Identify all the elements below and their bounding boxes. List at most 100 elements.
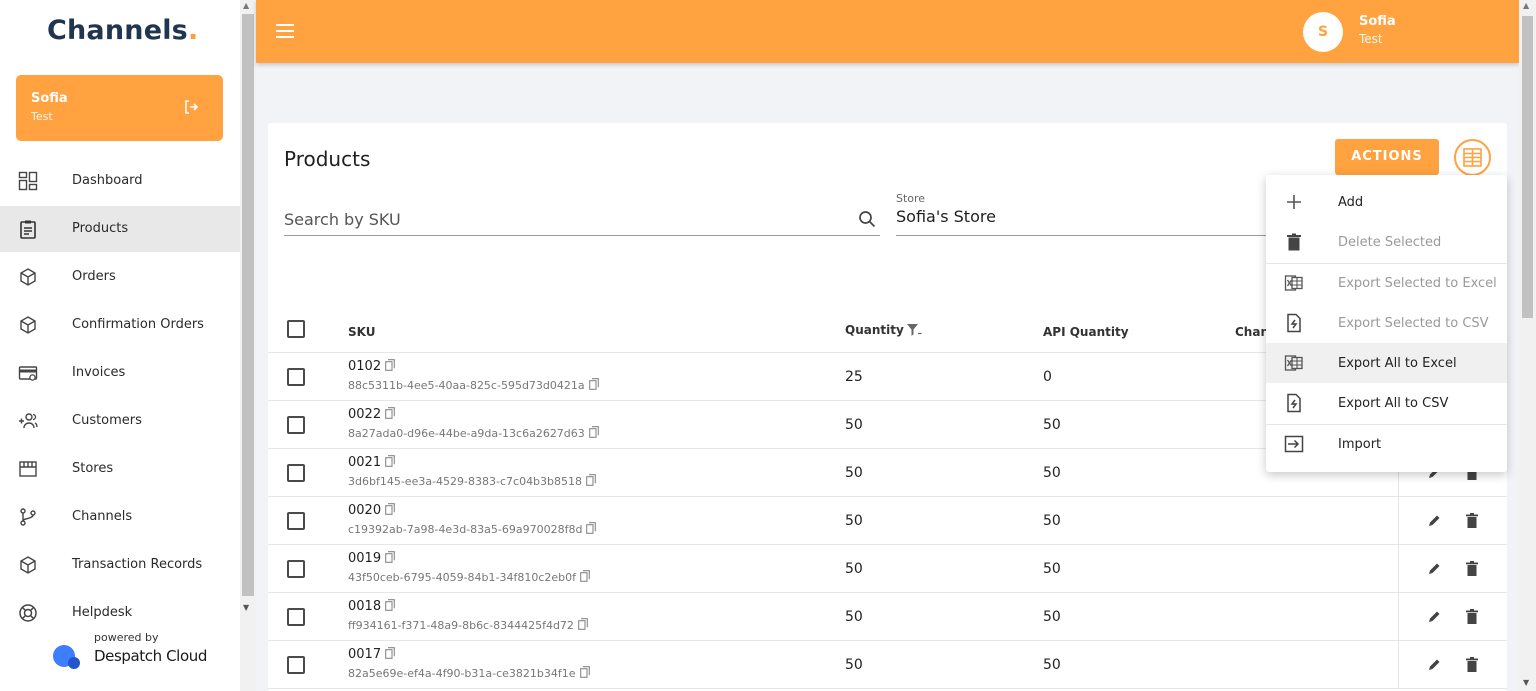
copy-icon[interactable] <box>385 551 395 563</box>
row-quantity: 50 <box>845 465 863 481</box>
scroll-down-arrow-icon[interactable]: ▼ <box>243 603 249 612</box>
copy-icon[interactable] <box>580 570 590 582</box>
sidebar-item-products[interactable]: Products <box>0 206 240 252</box>
row-sku: 0022 <box>348 407 395 422</box>
header-quantity[interactable]: Quantity <box>845 323 904 337</box>
delete-icon[interactable] <box>1464 512 1480 529</box>
row-sku: 0021 <box>348 455 395 470</box>
header-api-quantity[interactable]: API Quantity <box>1043 325 1129 339</box>
copy-icon[interactable] <box>385 455 395 467</box>
row-uuid-text: 88c5311b-4ee5-40aa-825c-595d73d0421a <box>348 379 585 392</box>
sidebar-item-channels[interactable]: Channels <box>0 494 240 540</box>
user-card[interactable]: Sofia Test <box>16 75 223 141</box>
copy-icon[interactable] <box>385 407 395 419</box>
edit-icon[interactable] <box>1426 513 1442 529</box>
row-api-quantity: 50 <box>1043 657 1061 673</box>
edit-icon[interactable] <box>1426 609 1442 625</box>
top-bar: S Sofia Test <box>256 0 1519 63</box>
row-sku-text: 0020 <box>348 503 382 518</box>
search-sku-field[interactable]: Search by SKU <box>284 196 880 236</box>
sidebar-item-stores[interactable]: Stores <box>0 446 240 492</box>
table-row[interactable]: 0017 82a5e69e-ef4a-4f90-b31a-ce3821b34f1e… <box>268 641 1507 689</box>
menu-item-delete-selected[interactable]: Delete Selected <box>1266 222 1507 262</box>
page-scrollbar[interactable]: ▲ ▼ <box>1519 0 1536 691</box>
row-uuid: 88c5311b-4ee5-40aa-825c-595d73d0421a <box>348 378 599 392</box>
sidebar-item-orders[interactable]: Orders <box>0 254 240 300</box>
menu-item-export-selected-csv[interactable]: Export Selected to CSV <box>1266 303 1507 343</box>
search-icon[interactable] <box>858 210 876 228</box>
sidebar-item-customers[interactable]: Customers <box>0 398 240 444</box>
row-checkbox[interactable] <box>287 560 305 578</box>
header-sku[interactable]: SKU <box>348 325 375 339</box>
actions-menu: Add Delete Selected Export Selected to E… <box>1266 175 1507 472</box>
page-scroll-thumb[interactable] <box>1522 16 1533 318</box>
powered-by-label: powered by <box>94 631 159 644</box>
menu-item-label: Export Selected to CSV <box>1338 316 1489 331</box>
delete-icon[interactable] <box>1464 560 1480 577</box>
copy-icon[interactable] <box>385 599 395 611</box>
row-checkbox[interactable] <box>287 368 305 386</box>
menu-item-export-all-csv[interactable]: Export All to CSV <box>1266 383 1507 423</box>
copy-icon[interactable] <box>586 474 596 486</box>
edit-icon[interactable] <box>1426 657 1442 673</box>
row-sku: 0102 <box>348 359 395 374</box>
search-input[interactable]: Search by SKU <box>284 210 401 229</box>
sidebar-item-invoices[interactable]: Invoices <box>0 350 240 396</box>
scroll-up-arrow-icon[interactable]: ▲ <box>243 1 249 10</box>
copy-icon[interactable] <box>385 647 395 659</box>
sidebar-scrollbar[interactable]: ▲ ▼ <box>240 0 256 691</box>
copy-icon[interactable] <box>385 503 395 515</box>
row-divider <box>1398 593 1399 641</box>
copy-icon[interactable] <box>588 378 599 390</box>
hamburger-menu-icon[interactable] <box>275 22 295 40</box>
scroll-down-arrow-icon[interactable]: ▼ <box>1523 678 1529 687</box>
table-row[interactable]: 0018 ff934161-f371-48a9-8b6c-8344425f4d72… <box>268 593 1507 641</box>
scroll-up-arrow-icon[interactable]: ▲ <box>1523 1 1529 10</box>
row-checkbox[interactable] <box>287 656 305 674</box>
table-row[interactable]: 0020 c19392ab-7a98-4e3d-83a5-69a970028f8d… <box>268 497 1507 545</box>
sidebar-item-dashboard[interactable]: Dashboard <box>0 158 240 204</box>
avatar[interactable]: S <box>1303 12 1343 52</box>
row-api-quantity: 50 <box>1043 513 1061 529</box>
row-sku: 0017 <box>348 647 395 662</box>
row-checkbox[interactable] <box>287 512 305 530</box>
sidebar-scroll-thumb[interactable] <box>242 14 254 596</box>
sidebar-item-label: Confirmation Orders <box>72 317 204 332</box>
store-icon <box>19 461 37 477</box>
sidebar-item-transaction-records[interactable]: Transaction Records <box>0 542 240 588</box>
copy-icon[interactable] <box>385 359 395 371</box>
copy-icon[interactable] <box>588 426 599 438</box>
copy-icon[interactable] <box>579 666 590 678</box>
header-channels[interactable]: Chan <box>1235 325 1269 339</box>
filter-sort-icon[interactable] <box>906 322 922 338</box>
import-icon <box>1284 435 1304 453</box>
menu-item-export-selected-excel[interactable]: Export Selected to Excel <box>1266 263 1507 303</box>
edit-icon[interactable] <box>1426 561 1442 577</box>
user-card-name: Sofia <box>31 91 68 106</box>
row-checkbox[interactable] <box>287 416 305 434</box>
table-row[interactable]: 0019 43f50ceb-6795-4059-84b1-34f810c2eb0f… <box>268 545 1507 593</box>
card-icon <box>18 366 38 381</box>
row-sku: 0019 <box>348 551 395 566</box>
menu-item-import[interactable]: Import <box>1266 424 1507 464</box>
despatch-cloud-logo <box>53 645 80 669</box>
menu-item-add[interactable]: Add <box>1266 182 1507 222</box>
store-value[interactable]: Sofia's Store <box>896 207 996 226</box>
copy-icon[interactable] <box>586 522 597 534</box>
sidebar-item-confirmation-orders[interactable]: Confirmation Orders <box>0 302 240 348</box>
logout-icon[interactable] <box>183 99 199 115</box>
menu-item-export-all-excel[interactable]: Export All to Excel <box>1266 343 1507 383</box>
select-all-checkbox[interactable] <box>287 320 305 338</box>
actions-button[interactable]: ACTIONS <box>1335 139 1439 175</box>
store-label: Store <box>896 192 926 205</box>
row-checkbox[interactable] <box>287 608 305 626</box>
column-settings-button[interactable] <box>1454 139 1491 176</box>
row-quantity: 50 <box>845 561 863 577</box>
row-checkbox[interactable] <box>287 464 305 482</box>
delete-icon[interactable] <box>1464 656 1480 673</box>
copy-icon[interactable] <box>578 618 588 630</box>
delete-icon[interactable] <box>1464 608 1480 625</box>
brand-logo[interactable]: Channels. <box>47 15 198 46</box>
store-select[interactable]: Store Sofia's Store <box>896 192 1276 236</box>
menu-item-label: Export Selected to Excel <box>1338 276 1497 291</box>
